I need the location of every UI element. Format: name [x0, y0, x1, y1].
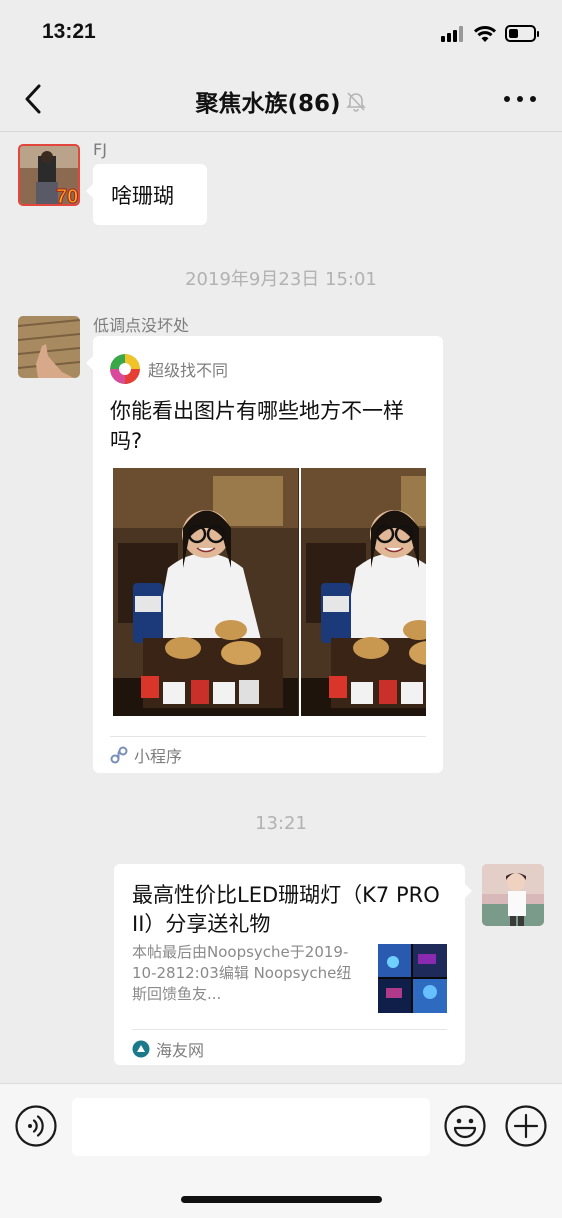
link-description: 本帖最后由Noopsyche于2019-10-2812:03编辑 Noopsyc… — [132, 943, 352, 1003]
mini-program-icon — [110, 746, 128, 764]
mini-program-footer: 小程序 — [110, 743, 182, 767]
message-text: 啥珊瑚 — [111, 184, 174, 208]
timestamp: 13:21 — [255, 813, 307, 834]
cellular-signal-icon — [441, 26, 465, 42]
mini-program-name: 超级找不同 — [148, 361, 229, 380]
sender-name: 低调点没坏处 — [93, 316, 190, 335]
bell-muted-icon — [345, 92, 366, 112]
status-bar: 13:21 — [0, 0, 562, 66]
chat-title: 聚焦水族(86) — [0, 84, 562, 118]
plus-icon[interactable] — [505, 1105, 547, 1147]
avatar-photo: 70 — [20, 146, 78, 206]
avatar-photo — [18, 316, 80, 378]
mini-program-card[interactable]: 超级找不同 你能看出图片有哪些地方不一样吗? 小程序 — [86, 336, 443, 773]
home-indicator[interactable] — [181, 1196, 382, 1203]
site-logo-icon — [132, 1040, 150, 1058]
mini-program-header: 超级找不同 — [110, 354, 228, 384]
avatar[interactable] — [18, 316, 80, 378]
link-title: 最高性价比LED珊瑚灯（K7 PRO II）分享送礼物 — [132, 883, 440, 936]
link-source: 海友网 — [132, 1037, 204, 1061]
mini-program-label: 小程序 — [134, 747, 183, 766]
more-dots-icon[interactable] — [504, 96, 538, 104]
battery-icon — [505, 25, 539, 42]
card-divider — [110, 736, 426, 737]
link-source-name: 海友网 — [156, 1041, 205, 1060]
timestamp: 2019年9月23日 15:01 — [185, 269, 377, 290]
avatar[interactable] — [482, 864, 544, 926]
chat-title-text: 聚焦水族(86) — [195, 91, 341, 117]
card-divider — [132, 1029, 447, 1030]
link-card[interactable]: 最高性价比LED珊瑚灯（K7 PRO II）分享送礼物 本帖最后由Noopsyc… — [114, 864, 472, 1065]
avatar-badge: 70 — [56, 186, 78, 206]
app-logo-icon — [110, 354, 140, 384]
link-thumbnail — [378, 944, 447, 1013]
wifi-icon — [473, 26, 497, 42]
chat-header: 聚焦水族(86) — [0, 66, 562, 132]
sender-name: FJ — [93, 140, 107, 159]
voice-icon[interactable] — [15, 1105, 57, 1147]
status-time: 13:21 — [42, 20, 96, 43]
avatar[interactable]: 70 — [18, 144, 80, 206]
avatar-photo — [482, 864, 544, 926]
emoji-icon[interactable] — [444, 1105, 486, 1147]
message-input[interactable] — [72, 1098, 430, 1156]
mini-program-title: 你能看出图片有哪些地方不一样吗? — [110, 399, 404, 453]
message-bubble[interactable]: 啥珊瑚 — [86, 164, 207, 225]
spot-difference-image — [113, 468, 426, 716]
